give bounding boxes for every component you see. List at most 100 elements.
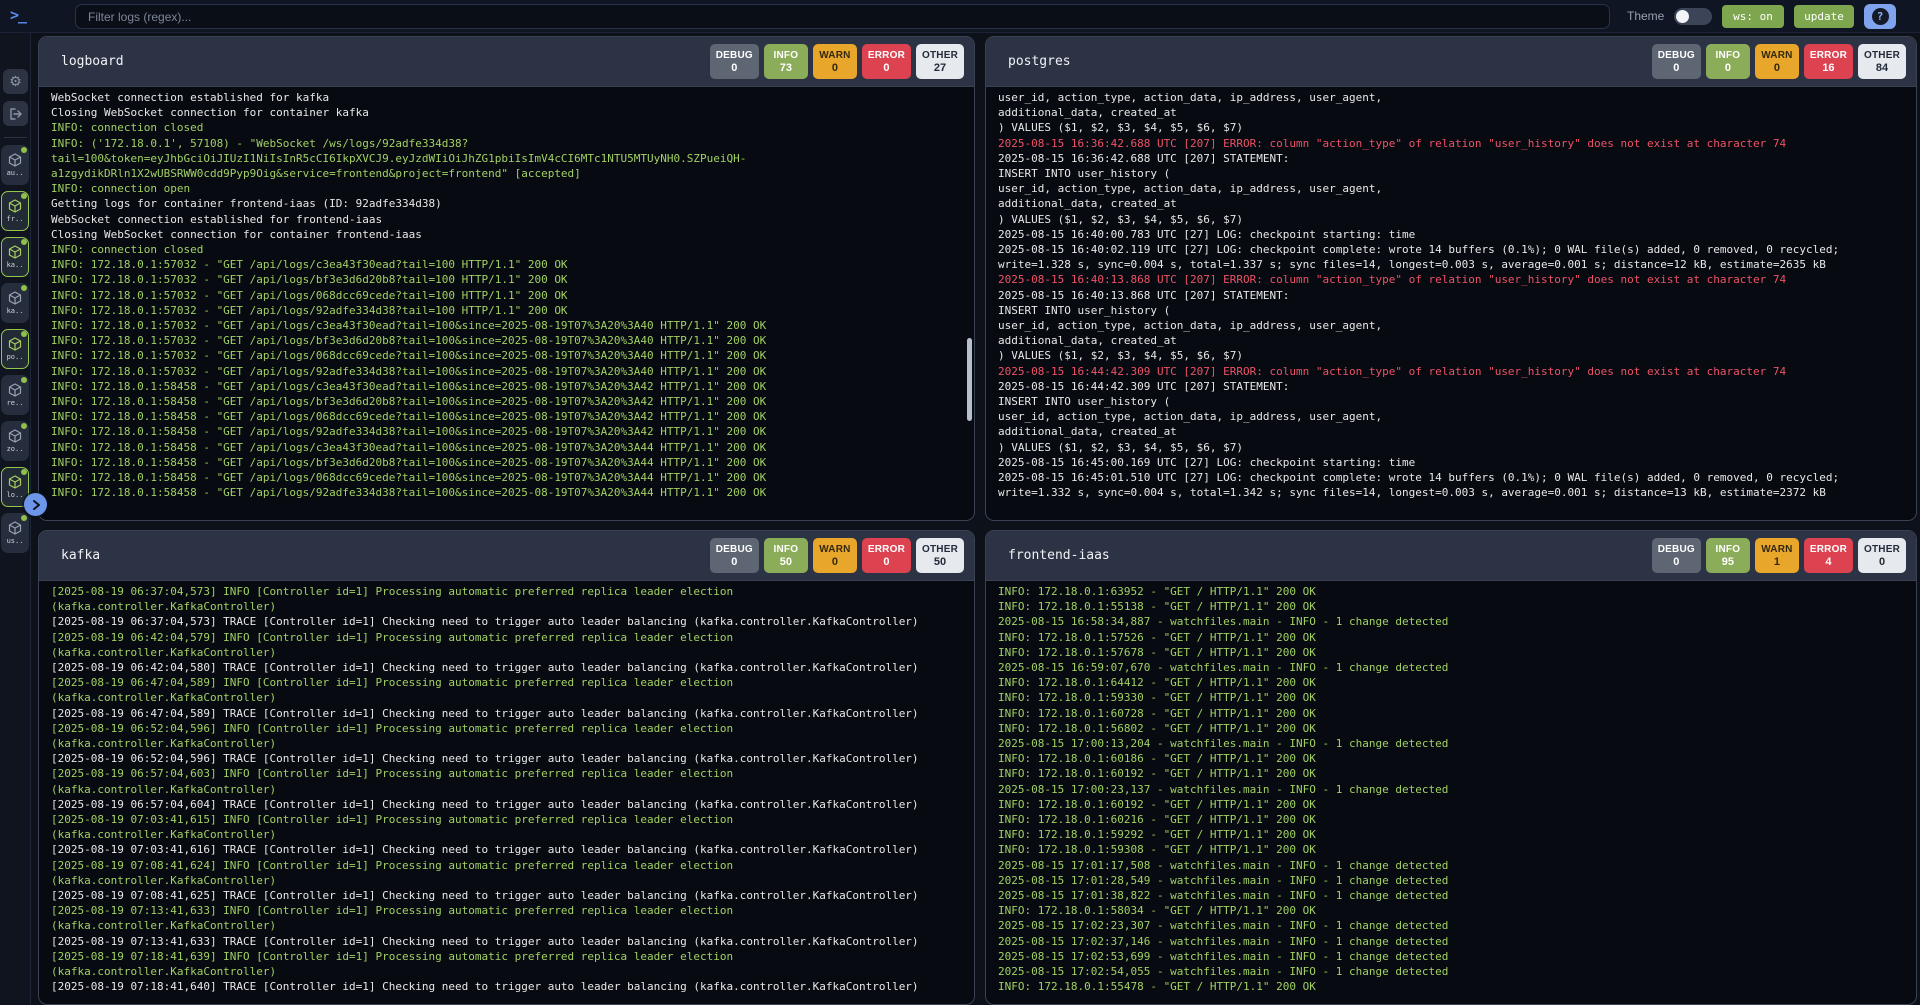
- log-line: INSERT INTO user_history (: [998, 303, 1904, 318]
- badge-warn[interactable]: WARN0: [1755, 44, 1799, 79]
- log-line: ) VALUES ($1, $2, $3, $4, $5, $6, $7): [998, 212, 1904, 227]
- log-line: 2025-08-15 17:01:38,822 - watchfiles.mai…: [998, 888, 1904, 903]
- badge-warn[interactable]: WARN1: [1755, 538, 1799, 573]
- log-line: INFO: 172.18.0.1:56802 - "GET / HTTP/1.1…: [998, 721, 1904, 736]
- badge-count: 50: [780, 556, 792, 568]
- sidebar-item-container-8[interactable]: us..: [1, 513, 29, 553]
- sidebar-item-container-2[interactable]: ka..: [1, 237, 29, 277]
- log-line: 2025-08-15 16:44:42.309 UTC [207] ERROR:…: [998, 364, 1904, 379]
- badge-other[interactable]: OTHER0: [1858, 538, 1906, 573]
- log-line: [2025-08-19 07:08:41,624] INFO [Controll…: [51, 858, 962, 873]
- log-line: [2025-08-19 06:52:04,596] INFO [Controll…: [51, 721, 962, 736]
- badge-info[interactable]: INFO50: [764, 538, 808, 573]
- log-line: 2025-08-15 17:02:23,307 - watchfiles.mai…: [998, 918, 1904, 933]
- badge-count: 16: [1822, 62, 1834, 74]
- badge-debug[interactable]: DEBUG0: [710, 44, 759, 79]
- log-line: user_id, action_type, action_data, ip_ad…: [998, 181, 1904, 196]
- sidebar-item-container-1[interactable]: fr..: [1, 191, 29, 231]
- log-line: 2025-08-15 17:01:28,549 - watchfiles.mai…: [998, 873, 1904, 888]
- update-button[interactable]: update: [1794, 5, 1854, 28]
- log-line: INFO: 172.18.0.1:58458 - "GET /api/logs/…: [51, 470, 962, 485]
- status-dot: [21, 147, 27, 153]
- log-line: WebSocket connection established for kaf…: [51, 90, 962, 105]
- sidebar-item-label: lo..: [7, 491, 24, 499]
- sidebar-item-container-6[interactable]: zo..: [1, 421, 29, 461]
- panel-header: postgres DEBUG0INFO0WARN0ERROR16OTHER84: [986, 37, 1916, 87]
- badge-info[interactable]: INFO95: [1706, 538, 1750, 573]
- log-line: (kafka.controller.KafkaController): [51, 599, 962, 614]
- panel-frontend-iaas: frontend-iaas DEBUG0INFO95WARN1ERROR4OTH…: [985, 530, 1917, 1005]
- badge-error[interactable]: ERROR4: [1804, 538, 1853, 573]
- theme-toggle-knob: [1676, 10, 1689, 23]
- badge-error[interactable]: ERROR0: [862, 44, 911, 79]
- badge-count: 0: [1673, 556, 1679, 568]
- log-line: (kafka.controller.KafkaController): [51, 827, 962, 842]
- log-line: ) VALUES ($1, $2, $3, $4, $5, $6, $7): [998, 348, 1904, 363]
- panel-title-kafka: kafka: [61, 548, 100, 563]
- theme-toggle[interactable]: [1674, 8, 1712, 25]
- status-dot: [21, 285, 27, 291]
- log-line: Closing WebSocket connection for contain…: [51, 105, 962, 120]
- logout-button[interactable]: [3, 101, 28, 126]
- log-line: INFO: 172.18.0.1:60728 - "GET / HTTP/1.1…: [998, 706, 1904, 721]
- help-button[interactable]: ?: [1864, 4, 1896, 29]
- log-line: 2025-08-15 16:45:01.510 UTC [27] LOG: ch…: [998, 470, 1904, 485]
- sidebar-expand-button[interactable]: [24, 493, 47, 516]
- chevron-right-icon: [30, 499, 42, 511]
- log-line: [2025-08-19 06:52:04,596] TRACE [Control…: [51, 751, 962, 766]
- sidebar-item-label: ka..: [7, 307, 24, 315]
- panel-kafka: kafka DEBUG0INFO50WARN0ERROR0OTHER50 [20…: [38, 530, 975, 1005]
- container-cube-icon: [8, 291, 22, 305]
- badge-info[interactable]: INFO0: [1706, 44, 1750, 79]
- log-output-kafka[interactable]: [2025-08-19 06:37:04,573] INFO [Controll…: [39, 581, 974, 1004]
- log-line: INFO: 172.18.0.1:57032 - "GET /api/logs/…: [51, 288, 962, 303]
- log-line: Getting logs for container frontend-iaas…: [51, 196, 962, 211]
- badge-debug[interactable]: DEBUG0: [1652, 538, 1701, 573]
- ws-toggle-button[interactable]: ws: on: [1722, 5, 1784, 28]
- badge-error[interactable]: ERROR0: [862, 538, 911, 573]
- sidebar-item-container-4[interactable]: po..: [1, 329, 29, 369]
- badge-error[interactable]: ERROR16: [1804, 44, 1853, 79]
- log-line: (kafka.controller.KafkaController): [51, 690, 962, 705]
- log-line: INFO: 172.18.0.1:59292 - "GET / HTTP/1.1…: [998, 827, 1904, 842]
- log-line: INFO: 172.18.0.1:58034 - "GET / HTTP/1.1…: [998, 903, 1904, 918]
- log-line: INFO: 172.18.0.1:57032 - "GET /api/logs/…: [51, 318, 962, 333]
- log-output-postgres[interactable]: user_id, action_type, action_data, ip_ad…: [986, 87, 1916, 520]
- sidebar-item-container-5[interactable]: re..: [1, 375, 29, 415]
- log-line: INFO: 172.18.0.1:57032 - "GET /api/logs/…: [51, 333, 962, 348]
- log-line: INFO: 172.18.0.1:57678 - "GET / HTTP/1.1…: [998, 645, 1904, 660]
- badge-count: 73: [780, 62, 792, 74]
- badge-debug[interactable]: DEBUG0: [1652, 44, 1701, 79]
- badge-count: 95: [1722, 556, 1734, 568]
- log-line: (kafka.controller.KafkaController): [51, 782, 962, 797]
- sidebar-item-container-3[interactable]: ka..: [1, 283, 29, 323]
- badge-info[interactable]: INFO73: [764, 44, 808, 79]
- badge-warn[interactable]: WARN0: [813, 538, 857, 573]
- log-line: INFO: 172.18.0.1:58458 - "GET /api/logs/…: [51, 394, 962, 409]
- log-output-logboard[interactable]: WebSocket connection established for kaf…: [39, 87, 974, 520]
- filter-input[interactable]: [75, 4, 1610, 29]
- sidebar-item-label: fr..: [7, 215, 24, 223]
- badge-debug[interactable]: DEBUG0: [710, 538, 759, 573]
- badge-label: OTHER: [922, 50, 958, 61]
- badge-label: ERROR: [868, 544, 905, 555]
- log-output-frontend-iaas[interactable]: INFO: 172.18.0.1:63952 - "GET / HTTP/1.1…: [986, 581, 1916, 1004]
- scrollbar-thumb[interactable]: [967, 338, 972, 421]
- badge-label: INFO: [1716, 544, 1741, 555]
- log-line: 2025-08-15 16:58:34,887 - watchfiles.mai…: [998, 614, 1904, 629]
- log-line: 2025-08-15 16:40:02.119 UTC [27] LOG: ch…: [998, 242, 1904, 257]
- log-line: INFO: 172.18.0.1:64412 - "GET / HTTP/1.1…: [998, 675, 1904, 690]
- settings-button[interactable]: ⚙: [3, 69, 28, 94]
- theme-label: Theme: [1627, 9, 1664, 23]
- sidebar-item-container-0[interactable]: au..: [1, 145, 29, 185]
- log-line: 2025-08-15 16:40:00.783 UTC [27] LOG: ch…: [998, 227, 1904, 242]
- panel-title-logboard: logboard: [61, 54, 124, 69]
- badge-other[interactable]: OTHER50: [916, 538, 964, 573]
- badge-count: 0: [832, 556, 838, 568]
- log-line: INFO: 172.18.0.1:59330 - "GET / HTTP/1.1…: [998, 690, 1904, 705]
- badge-label: DEBUG: [716, 544, 753, 555]
- badge-warn[interactable]: WARN0: [813, 44, 857, 79]
- badge-other[interactable]: OTHER27: [916, 44, 964, 79]
- question-mark-icon: ?: [1872, 8, 1889, 25]
- badge-other[interactable]: OTHER84: [1858, 44, 1906, 79]
